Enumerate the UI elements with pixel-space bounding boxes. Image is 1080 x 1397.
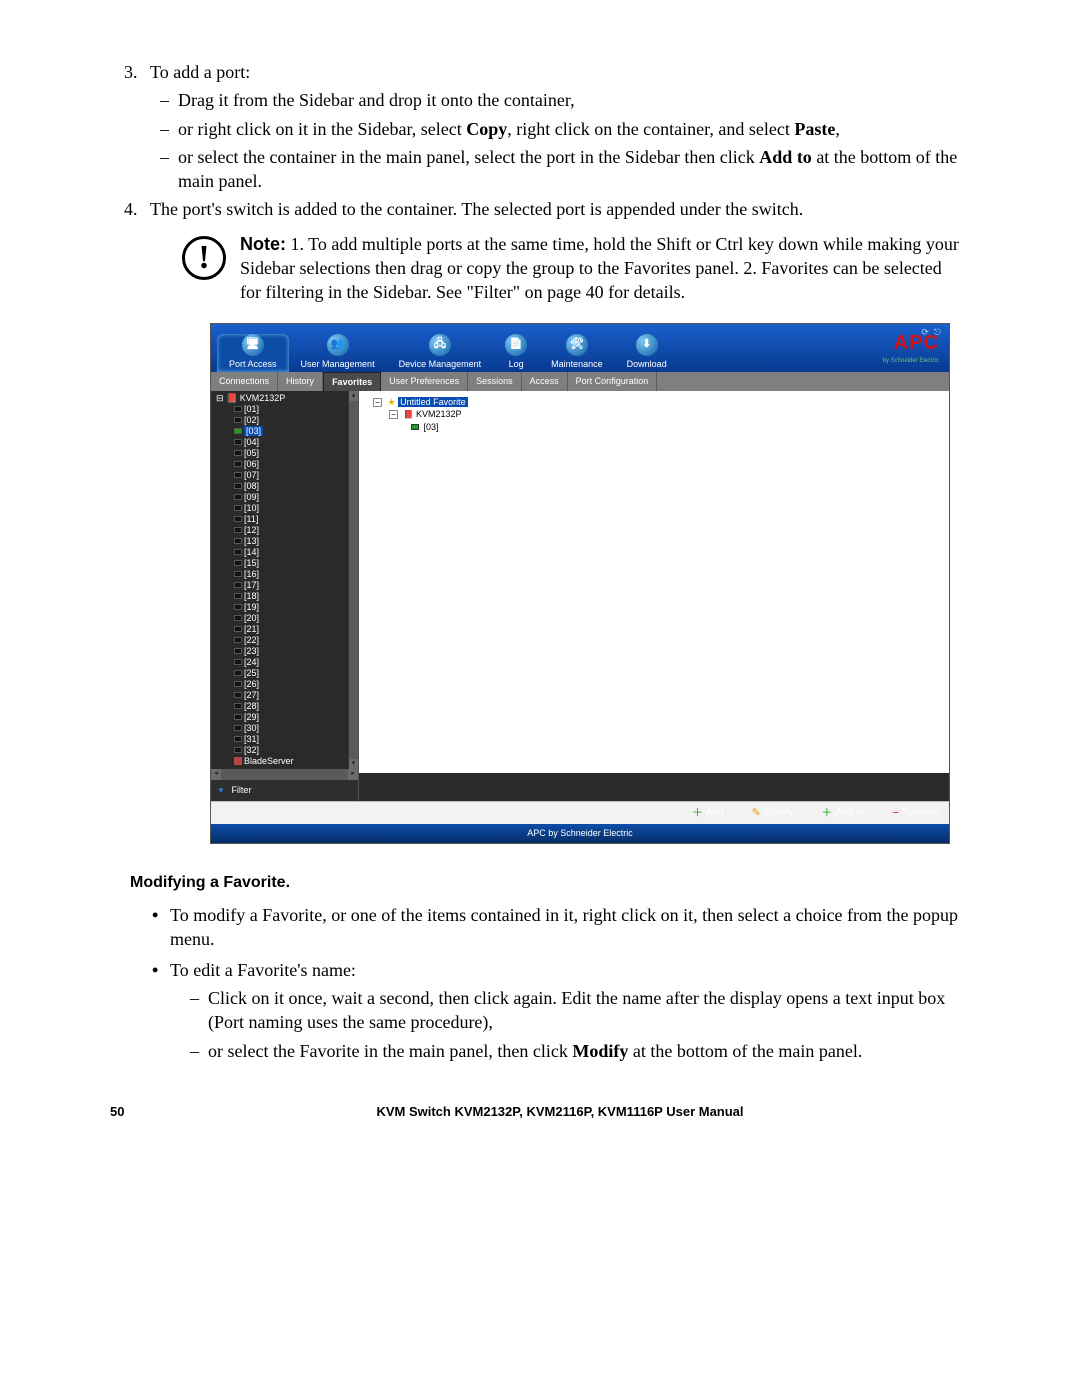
step-3-label: To add a port: xyxy=(150,62,250,82)
sidebar: ▴▾ ⊟ 📕 KVM2132P[01][02][03][04][05][06][… xyxy=(211,391,359,801)
dash2-2: or select the Favorite in the main panel… xyxy=(208,1039,960,1063)
toolbar-port-access[interactable]: 🖥 Port Access xyxy=(217,334,289,372)
subtab-connections[interactable]: Connections xyxy=(211,372,278,391)
app-window: ⟳ ⎋ 🖥 Port Access 👥 User Management 🖧 De… xyxy=(210,323,950,844)
step-3-dash-3: or select the container in the main pane… xyxy=(178,145,960,194)
subtab-sessions[interactable]: Sessions xyxy=(468,372,522,391)
sidebar-tree[interactable]: ▴▾ ⊟ 📕 KVM2132P[01][02][03][04][05][06][… xyxy=(211,391,358,769)
section-heading: Modifying a Favorite. xyxy=(130,872,960,894)
action-bar: ＋Add ✎Modify ＋Add to −Remove xyxy=(211,801,949,825)
toolbar-download[interactable]: ⬇ Download xyxy=(615,334,679,372)
filter-toggle[interactable]: Filter xyxy=(211,780,358,801)
add-button[interactable]: ＋Add xyxy=(692,806,724,821)
sidebar-scrollbar[interactable]: ▴▾ xyxy=(348,391,358,769)
status-bar: APC by Schneider Electric xyxy=(211,824,949,842)
subtab-history[interactable]: History xyxy=(278,372,323,391)
note-icon: ! xyxy=(182,236,226,280)
step-4-text: The port's switch is added to the contai… xyxy=(150,199,803,219)
modify-button[interactable]: ✎Modify xyxy=(752,806,794,821)
step-3-dash-1: Drag it from the Sidebar and drop it ont… xyxy=(178,88,960,112)
sidebar-h-scroll[interactable]: ◂▸ xyxy=(211,769,358,780)
toolbar-user-management[interactable]: 👥 User Management xyxy=(289,334,387,372)
toolbar-log[interactable]: 📄 Log xyxy=(493,334,539,372)
favorites-tree[interactable]: − ★ Untitled Favorite − 📕 KVM2132P [03] xyxy=(359,391,949,438)
page-number: 50 xyxy=(110,1103,160,1121)
toolbar-device-management[interactable]: 🖧 Device Management xyxy=(387,334,494,372)
subtabs-row: Connections History Favorites User Prefe… xyxy=(211,372,949,391)
footer-title: KVM Switch KVM2132P, KVM2116P, KVM1116P … xyxy=(160,1103,960,1121)
note-text: Note: 1. To add multiple ports at the sa… xyxy=(240,232,960,305)
dash2-1: Click on it once, wait a second, then cl… xyxy=(208,986,960,1035)
subtab-user-preferences[interactable]: User Preferences xyxy=(381,372,468,391)
brand-logo: APC by Schneider Electric xyxy=(883,330,939,365)
favorite-port[interactable]: [03] xyxy=(424,422,439,432)
bullet-2: To edit a Favorite's name: xyxy=(170,958,960,982)
add-to-button[interactable]: ＋Add to xyxy=(821,806,864,821)
bullet-1: To modify a Favorite, or one of the item… xyxy=(170,903,960,952)
subtab-favorites[interactable]: Favorites xyxy=(323,372,381,391)
remove-button[interactable]: −Remove xyxy=(892,806,939,821)
step-3-dash-2: or right click on it in the Sidebar, sel… xyxy=(178,117,960,141)
toolbar-maintenance[interactable]: 🛠 Maintenance xyxy=(539,334,615,372)
favorite-root[interactable]: Untitled Favorite xyxy=(398,397,468,407)
main-panel: − ★ Untitled Favorite − 📕 KVM2132P [03] xyxy=(359,391,949,773)
subtab-port-configuration[interactable]: Port Configuration xyxy=(568,372,658,391)
main-toolbar: ⟳ ⎋ 🖥 Port Access 👥 User Management 🖧 De… xyxy=(211,324,949,372)
favorite-switch[interactable]: KVM2132P xyxy=(416,409,462,419)
subtab-access[interactable]: Access xyxy=(522,372,568,391)
